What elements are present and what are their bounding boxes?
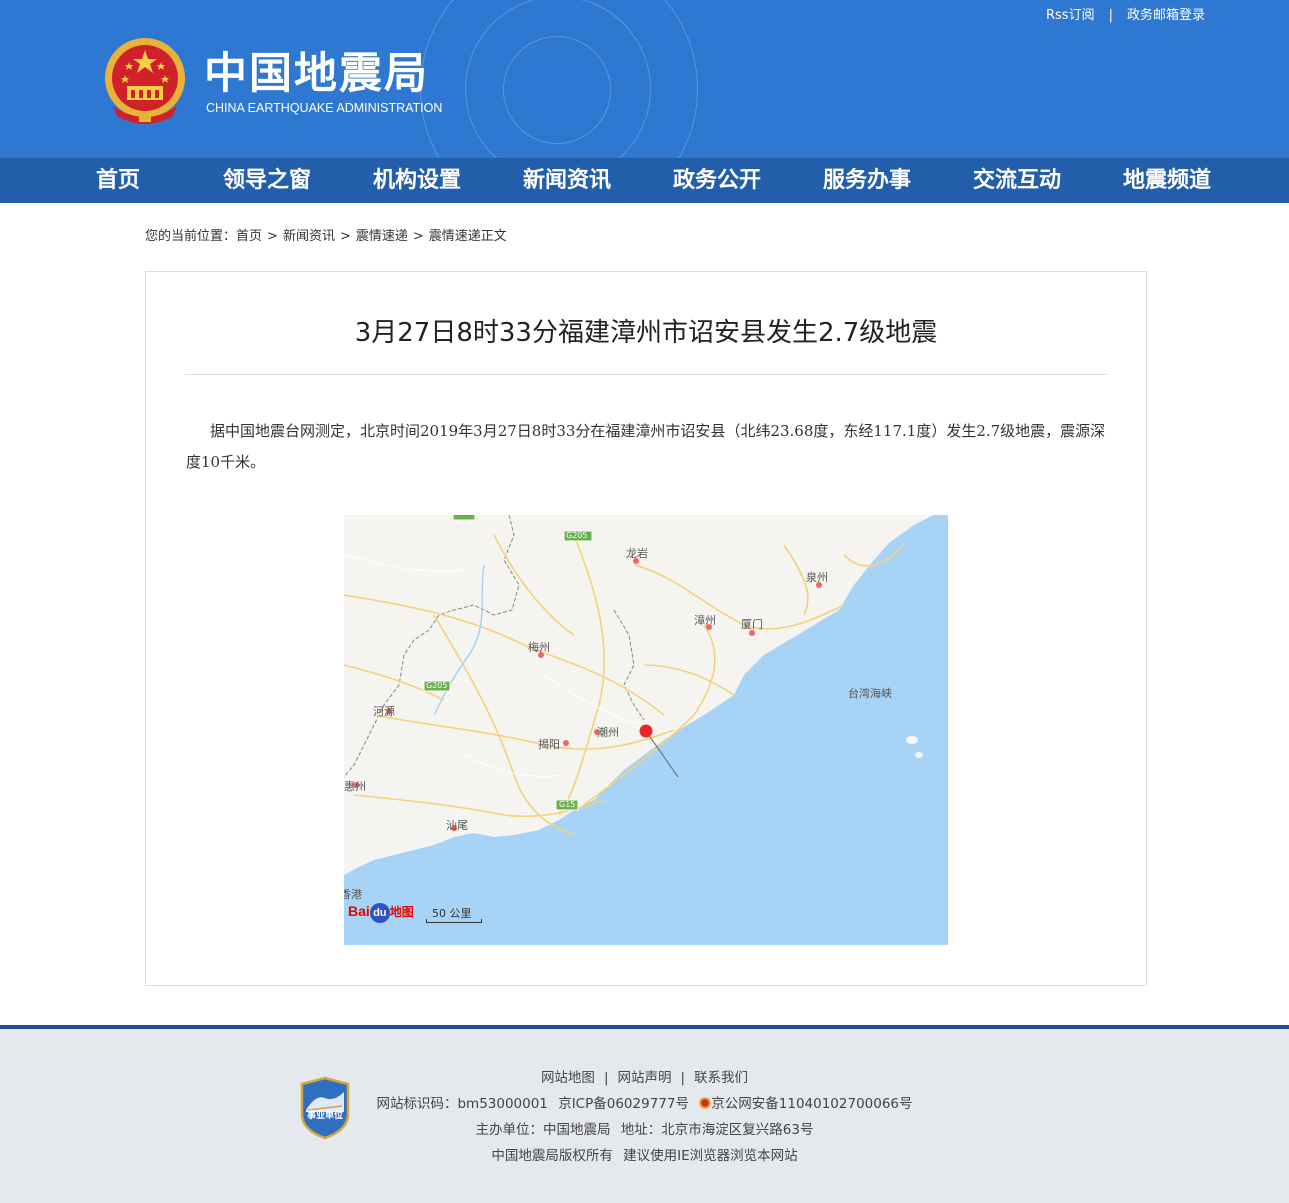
decorative-ring [420, 0, 698, 158]
breadcrumb-quake-reports[interactable]: 震情速递 [356, 228, 408, 246]
title-divider [185, 374, 1107, 375]
rss-link[interactable]: Rss订阅 [1046, 7, 1095, 25]
nav-item-services[interactable]: 服务办事 [823, 158, 911, 203]
nav-item-organization[interactable]: 机构设置 [373, 158, 461, 203]
breadcrumb-news[interactable]: 新闻资讯 [283, 228, 335, 246]
baidu-logo-text: Bai [348, 903, 370, 919]
nav-item-interaction[interactable]: 交流互动 [973, 158, 1061, 203]
site-footer [0, 1029, 1289, 1203]
separator: | [680, 1070, 686, 1086]
map-label-heyuan: 河源 [373, 705, 395, 718]
road-label: G205 [426, 681, 448, 690]
article-title: 3月27日8时33分福建漳州市诏安县发生2.7级地震 [354, 318, 938, 348]
separator: | [603, 1070, 609, 1086]
road [558, 534, 605, 816]
footer-link-sitemap[interactable]: 网站地图 [541, 1068, 595, 1088]
map-label-longyan: 龙岩 [626, 547, 648, 560]
map-label-taiwan-strait: 台湾海峡 [848, 687, 892, 700]
map-label-hongkong: 香港 [344, 888, 362, 901]
baidu-paw-icon: du [369, 903, 390, 923]
road-label: G15 [559, 800, 576, 809]
map-label-meizhou: 梅州 [528, 641, 550, 654]
breadcrumb: 您的当前位置：首页 > 新闻资讯 > 震情速递 > 震情速递正文 [145, 228, 507, 246]
nav-item-leadership[interactable]: 领导之窗 [223, 158, 311, 203]
road [783, 544, 809, 616]
mail-login-link[interactable]: 政务邮箱登录 [1127, 7, 1205, 25]
footer-links: 网站地图 | 网站声明 | 联系我们 [0, 1068, 1289, 1088]
footer-link-statement[interactable]: 网站声明 [618, 1068, 672, 1088]
road [463, 754, 565, 777]
national-emblem-icon[interactable] [103, 36, 187, 124]
map-label-shanwei: 汕尾 [446, 819, 468, 832]
article-body: 据中国地震台网测定，北京时间2019年3月27日8时33分在福建漳州市诏安县（北… [186, 422, 1106, 471]
nav-item-government-affairs[interactable]: 政务公开 [673, 158, 761, 203]
map-label-jieyang: 揭阳 [538, 738, 560, 751]
road [543, 674, 645, 726]
site-logo-subtitle[interactable]: CHINA EARTHQUAKE ADMINISTRATION [206, 100, 442, 116]
map-label-quanzhou: 泉州 [806, 571, 828, 584]
city-dot [563, 740, 569, 746]
site-id: 网站标识码：bm53000001 [376, 1096, 548, 1112]
island [906, 736, 918, 744]
baidu-logo-suffix: 地图 [389, 905, 414, 919]
road [373, 714, 675, 750]
breadcrumb-home[interactable]: 首页 [236, 228, 262, 246]
top-links: Rss订阅 | 政务邮箱登录 [1046, 7, 1205, 25]
island [915, 752, 923, 758]
browser-tip: 建议使用IE浏览器浏览本网站 [623, 1148, 798, 1164]
site-header: 中国地震局 CHINA EARTHQUAKE ADMINISTRATION Rs… [0, 0, 1289, 158]
baidu-map-logo[interactable]: Bai du 地图 [348, 901, 414, 923]
map-label-zhangzhou: 漳州 [694, 614, 716, 627]
epicenter-marker-icon [639, 724, 653, 738]
icp-link[interactable]: 京ICP备06029777号 [558, 1094, 689, 1114]
earthquake-map[interactable]: G205 G205 G15 龙岩 泉州 漳州 厦门 梅州 台湾海峡 河源 潮州 … [344, 515, 948, 945]
separator: | [1108, 8, 1113, 23]
road [433, 614, 575, 836]
site-logo-title[interactable]: 中国地震局 [204, 48, 429, 100]
nav-item-earthquake-channel[interactable]: 地震频道 [1123, 158, 1211, 203]
map-label-huizhou: 惠州 [344, 780, 366, 793]
minor-roads [344, 554, 645, 777]
river [433, 564, 485, 716]
road-shield [452, 515, 476, 521]
footer-copyright: 中国地震局版权所有 建议使用IE浏览器浏览本网站 [0, 1146, 1289, 1166]
footer-link-contact[interactable]: 联系我们 [694, 1068, 748, 1088]
map-label-xiamen: 厦门 [741, 618, 763, 631]
police-badge-icon [699, 1097, 712, 1109]
breadcrumb-separator: > [267, 229, 278, 244]
map-scale-bar [426, 919, 482, 923]
copyright: 中国地震局版权所有 [491, 1148, 613, 1164]
article-panel: 3月27日8时33分福建漳州市诏安县发生2.7级地震 据中国地震台网测定，北京时… [145, 271, 1147, 986]
address: 地址：北京市海淀区复兴路63号 [620, 1122, 814, 1138]
footer-registration: 网站标识码：bm53000001 京ICP备06029777号 京公网安备110… [0, 1094, 1289, 1114]
road [344, 554, 465, 572]
breadcrumb-current: 震情速递正文 [428, 229, 507, 244]
road [643, 664, 735, 696]
breadcrumb-prefix: 您的当前位置： [145, 229, 237, 244]
map-label-chaozhou: 潮州 [597, 726, 619, 739]
map-canvas [344, 515, 948, 945]
road-label: G205 [566, 531, 588, 540]
province-border [613, 609, 645, 721]
breadcrumb-separator: > [412, 229, 424, 244]
breadcrumb-separator: > [339, 229, 351, 244]
nav-item-home[interactable]: 首页 [96, 158, 140, 203]
footer-sponsor: 主办单位：中国地震局 地址：北京市海淀区复兴路63号 [0, 1120, 1289, 1140]
nav-item-news[interactable]: 新闻资讯 [523, 158, 611, 203]
road [493, 534, 575, 636]
sponsor: 主办单位：中国地震局 [475, 1122, 611, 1138]
police-record-link[interactable]: 京公网安备11040102700066号 [711, 1094, 912, 1114]
main-nav: 首页 领导之窗 机构设置 新闻资讯 政务公开 服务办事 交流互动 地震频道 [0, 158, 1289, 203]
province-border [344, 515, 520, 778]
